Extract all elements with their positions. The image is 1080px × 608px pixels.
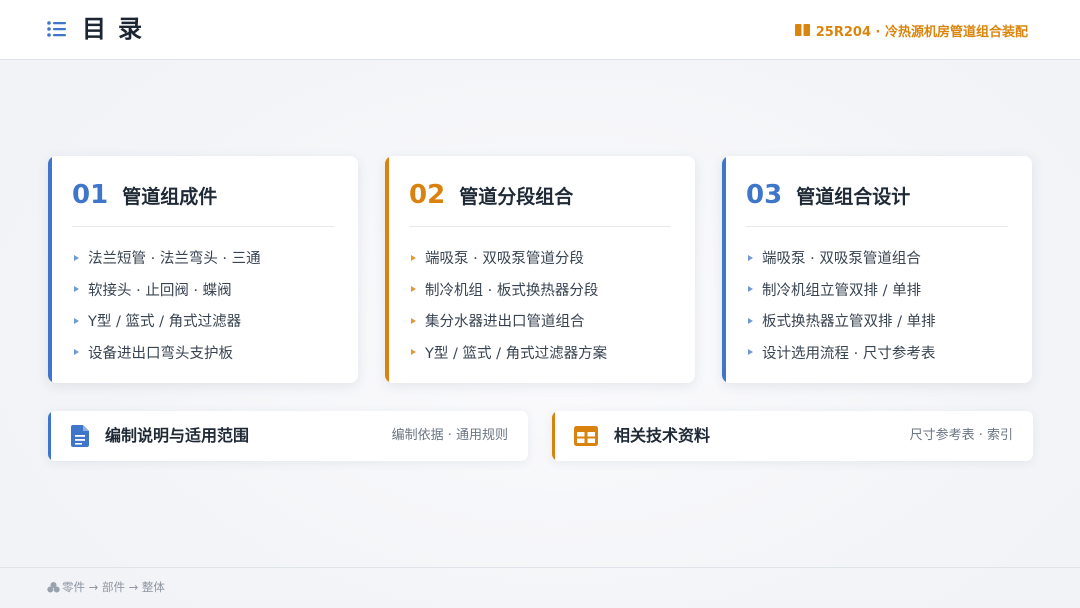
bullet-triangle-icon [74,254,79,261]
card-item-list: 端吸泵 · 双吸泵管道组合 制冷机组立管双排 / 单排 板式换热器立管双排 / … [748,242,936,368]
list-item: 制冷机组 · 板式换热器分段 [411,274,607,306]
list-item: 法兰短管 · 法兰弯头 · 三通 [74,242,261,274]
strip-accent-bar [552,411,555,461]
list-item: 软接头 · 止回阀 · 蝶阀 [74,274,261,306]
list-item: 制冷机组立管双排 / 单排 [748,274,936,306]
list-item-text: 端吸泵 · 双吸泵管道分段 [425,251,584,268]
bullet-triangle-icon [411,254,416,261]
page-title: 目录 [82,15,154,43]
section-card-2[interactable]: 02 管道分段组合 端吸泵 · 双吸泵管道分段 制冷机组 · 板式换热器分段 集… [385,156,695,383]
footer-divider [0,567,1080,568]
list-item-text: 法兰短管 · 法兰弯头 · 三通 [88,251,261,268]
bullet-triangle-icon [748,317,753,324]
card-number: 03 [746,180,783,210]
bullet-triangle-icon [74,286,79,293]
section-card-3[interactable]: 03 管道组合设计 端吸泵 · 双吸泵管道组合 制冷机组立管双排 / 单排 板式… [722,156,1032,383]
table-icon [574,426,598,446]
card-title: 管道分段组合 [459,186,574,208]
book-icon [794,24,810,36]
list-item-text: 设计选用流程 · 尺寸参考表 [762,345,936,362]
card-number: 02 [409,180,446,210]
document-code: 25R204 · 冷热源机房管道组合装配 [794,20,1028,40]
list-item-text: 制冷机组立管双排 / 单排 [762,282,922,299]
card-title: 管道组合设计 [796,186,911,208]
list-item-text: 端吸泵 · 双吸泵管道组合 [762,251,921,268]
related-resources-link[interactable]: 相关技术资料 尺寸参考表 · 索引 [552,411,1033,461]
footer-text: 零件 → 部件 → 整体 [62,580,165,594]
bullet-triangle-icon [74,349,79,356]
compilation-notes-link[interactable]: 编制说明与适用范围 编制依据 · 通用规则 [48,411,528,461]
list-item-text: 设备进出口弯头支护板 [88,345,233,362]
strip-note: 尺寸参考表 · 索引 [909,428,1013,443]
card-item-list: 法兰短管 · 法兰弯头 · 三通 软接头 · 止回阀 · 蝶阀 Y型 / 篮式 … [74,242,261,368]
card-accent-bar [722,156,726,383]
list-item-text: Y型 / 篮式 / 角式过滤器 [88,314,242,331]
strip-note: 编制依据 · 通用规则 [391,428,508,443]
strip-title: 相关技术资料 [614,426,711,445]
document-code-text: 25R204 · 冷热源机房管道组合装配 [815,24,1028,40]
bullet-triangle-icon [74,317,79,324]
list-item-text: Y型 / 篮式 / 角式过滤器方案 [425,345,608,362]
list-item: Y型 / 篮式 / 角式过滤器 [74,305,261,337]
list-item-text: 板式换热器立管双排 / 单排 [762,314,936,331]
list-item-text: 集分水器进出口管道组合 [425,314,585,331]
card-divider [409,226,671,227]
footer: 零件 → 部件 → 整体 [47,579,165,595]
list-item: 集分水器进出口管道组合 [411,305,607,337]
card-accent-bar [385,156,389,383]
list-item: 设计选用流程 · 尺寸参考表 [748,337,936,369]
document-icon [71,425,89,447]
card-item-list: 端吸泵 · 双吸泵管道分段 制冷机组 · 板式换热器分段 集分水器进出口管道组合… [411,242,607,368]
list-item-text: 制冷机组 · 板式换热器分段 [425,282,599,299]
bullet-triangle-icon [411,317,416,324]
card-heading: 03 管道组合设计 [746,178,910,212]
list-item: 端吸泵 · 双吸泵管道分段 [411,242,607,274]
card-divider [746,226,1008,227]
card-heading: 01 管道组成件 [72,178,217,212]
list-item-text: 软接头 · 止回阀 · 蝶阀 [88,282,232,299]
card-heading: 02 管道分段组合 [409,178,573,212]
strip-title: 编制说明与适用范围 [105,426,250,445]
bullet-triangle-icon [411,286,416,293]
section-card-1[interactable]: 01 管道组成件 法兰短管 · 法兰弯头 · 三通 软接头 · 止回阀 · 蝶阀… [48,156,358,383]
list-item: 设备进出口弯头支护板 [74,337,261,369]
bullet-triangle-icon [748,286,753,293]
components-icon [47,581,60,592]
bullet-triangle-icon [411,349,416,356]
list-item: 端吸泵 · 双吸泵管道组合 [748,242,936,274]
strip-accent-bar [48,411,51,461]
list-item: Y型 / 篮式 / 角式过滤器方案 [411,337,607,369]
card-title: 管道组成件 [122,186,218,208]
list-icon [47,21,66,37]
bullet-triangle-icon [748,254,753,261]
card-number: 01 [72,180,109,210]
card-divider [72,226,334,227]
list-item: 板式换热器立管双排 / 单排 [748,305,936,337]
header-bar: 目录 25R204 · 冷热源机房管道组合装配 [0,0,1080,60]
card-accent-bar [48,156,52,383]
bullet-triangle-icon [748,349,753,356]
